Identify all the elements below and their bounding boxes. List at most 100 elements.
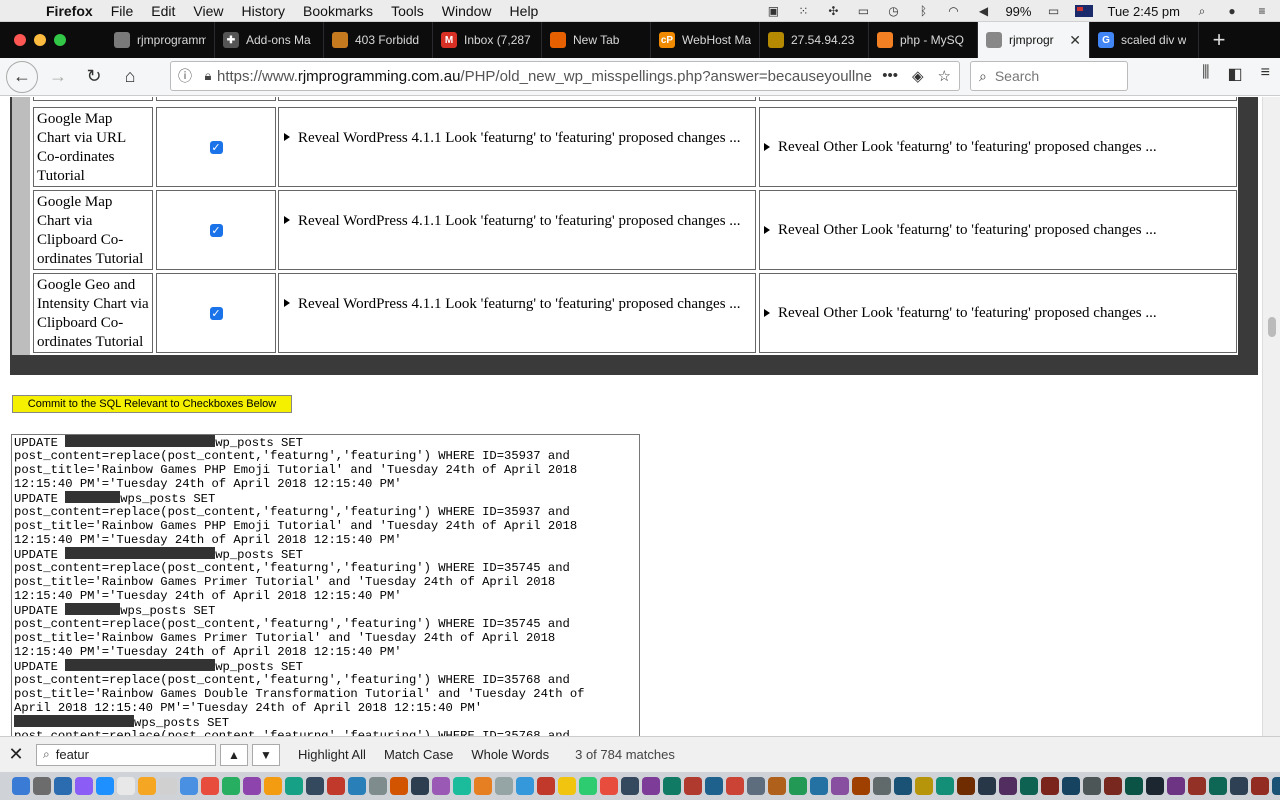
disclosure-triangle-icon[interactable] (284, 133, 290, 141)
dock-app-icon[interactable] (12, 777, 30, 795)
dock-app-icon[interactable] (1146, 777, 1164, 795)
dock-app-icon[interactable] (642, 777, 660, 795)
dock-app-icon[interactable] (810, 777, 828, 795)
dock-app-icon[interactable] (180, 777, 198, 795)
disclosure-triangle-icon[interactable] (764, 142, 770, 151)
battery-icon[interactable]: ▭ (1045, 4, 1061, 18)
highlight-all-toggle[interactable]: Highlight All (298, 747, 366, 762)
dock-app-icon[interactable] (1020, 777, 1038, 795)
browser-tab[interactable]: Gscaled div w (1090, 22, 1199, 58)
dock-app-icon[interactable] (495, 777, 513, 795)
scrollbar-thumb[interactable] (1268, 317, 1276, 337)
dock-app-icon[interactable] (285, 777, 303, 795)
disclosure-triangle-icon[interactable] (284, 299, 290, 307)
puzzle-icon[interactable]: ✣ (825, 4, 841, 18)
other-reveal-cell[interactable]: Reveal Other Look 'featurng' to 'featuri… (759, 273, 1237, 353)
notification-center-icon[interactable]: ≡ (1254, 4, 1270, 18)
browser-tab[interactable]: ✚ Add-ons Ma (215, 22, 324, 58)
dock-app-icon[interactable] (852, 777, 870, 795)
search-box[interactable]: ⌕ Search (970, 61, 1128, 91)
dock-app-icon[interactable] (264, 777, 282, 795)
dock-app-icon[interactable] (1062, 777, 1080, 795)
dock-app-icon[interactable] (390, 777, 408, 795)
commit-sql-button[interactable]: Commit to the SQL Relevant to Checkboxes… (12, 395, 292, 413)
siri-icon[interactable]: ● (1224, 4, 1240, 18)
dock-app-icon[interactable] (1230, 777, 1248, 795)
dock-app-icon[interactable] (789, 777, 807, 795)
dock-app-icon[interactable] (558, 777, 576, 795)
dock-app-icon[interactable] (600, 777, 618, 795)
dock-app-icon[interactable] (1125, 777, 1143, 795)
dock-app-icon[interactable] (474, 777, 492, 795)
dock-app-icon[interactable] (726, 777, 744, 795)
wp-reveal-cell[interactable]: Reveal WordPress 4.1.1 Look 'featurng' t… (278, 107, 756, 187)
row-checkbox[interactable]: ✓ (209, 306, 223, 320)
dock-app-icon[interactable] (1209, 777, 1227, 795)
wp-reveal-summary[interactable]: Reveal WordPress 4.1.1 Look 'featurng' t… (298, 213, 741, 229)
dock-app-icon[interactable] (621, 777, 639, 795)
other-reveal-cell[interactable]: Reveal Other Look 'featurng' to 'featuri… (759, 107, 1237, 187)
dock-app-icon[interactable] (327, 777, 345, 795)
browser-tab[interactable]: rjmprogramm (106, 22, 215, 58)
site-info-icon[interactable]: ⓘ (171, 66, 199, 86)
dock-app-icon[interactable] (1104, 777, 1122, 795)
disclosure-triangle-icon[interactable] (284, 216, 290, 224)
other-reveal-summary[interactable]: Reveal Other Look 'featurng' to 'featuri… (778, 222, 1157, 239)
zoom-window-button[interactable] (54, 34, 66, 46)
dock-app-icon[interactable] (1041, 777, 1059, 795)
menu-help[interactable]: Help (510, 3, 539, 19)
battery-percent[interactable]: 99% (1005, 4, 1031, 19)
disclosure-triangle-icon[interactable] (764, 225, 770, 234)
match-case-toggle[interactable]: Match Case (384, 747, 453, 762)
dock-app-icon[interactable] (222, 777, 240, 795)
wp-reveal-summary[interactable]: Reveal WordPress 4.1.1 Look 'featurng' t… (298, 296, 741, 312)
menu-tools[interactable]: Tools (391, 3, 424, 19)
dock-app-icon[interactable] (768, 777, 786, 795)
other-reveal-cell[interactable]: Reveal Other Look 'featurng' to 'featuri… (759, 190, 1237, 270)
time-machine-icon[interactable]: ◷ (885, 4, 901, 18)
browser-tab[interactable]: New Tab (542, 22, 651, 58)
browser-tab[interactable]: cP WebHost Ma (651, 22, 760, 58)
dock-app-icon[interactable] (96, 777, 114, 795)
url-text[interactable]: https://www.rjmprogramming.com.au/PHP/ol… (217, 68, 882, 85)
whole-words-toggle[interactable]: Whole Words (471, 747, 549, 762)
find-previous-button[interactable]: ▲ (220, 743, 248, 766)
dock-app-icon[interactable] (684, 777, 702, 795)
browser-tab[interactable]: php - MySQ (869, 22, 978, 58)
dock-app-icon[interactable] (915, 777, 933, 795)
dock-app-icon[interactable] (957, 777, 975, 795)
dock-app-icon[interactable] (999, 777, 1017, 795)
page-actions-icon[interactable]: ••• (882, 67, 898, 85)
reload-button[interactable]: ↻ (78, 61, 110, 93)
row-checkbox[interactable]: ✓ (209, 223, 223, 237)
minimize-window-button[interactable] (34, 34, 46, 46)
browser-tab[interactable]: 403 Forbidd (324, 22, 433, 58)
dock-app-icon[interactable] (159, 777, 177, 795)
dock-app-icon[interactable] (306, 777, 324, 795)
close-window-button[interactable] (14, 34, 26, 46)
spotlight-search-icon[interactable]: ⌕ (1194, 4, 1210, 18)
menu-bookmarks[interactable]: Bookmarks (303, 3, 373, 19)
other-reveal-summary[interactable]: Reveal Other Look 'featurng' to 'featuri… (778, 305, 1157, 322)
menu-history[interactable]: History (241, 3, 285, 19)
dock-app-icon[interactable] (894, 777, 912, 795)
dots-grid-icon[interactable]: ⁙ (795, 4, 811, 18)
page-scrollbar[interactable] (1262, 97, 1280, 736)
dock-app-icon[interactable] (117, 777, 135, 795)
wp-reveal-cell[interactable]: Reveal WordPress 4.1.1 Look 'featurng' t… (278, 273, 756, 353)
close-tab-icon[interactable]: ✕ (1069, 32, 1081, 49)
dock-app-icon[interactable] (348, 777, 366, 795)
dock-app-icon[interactable] (579, 777, 597, 795)
dock-app-icon[interactable] (1251, 777, 1269, 795)
find-input[interactable]: ⌕ featur (36, 743, 216, 766)
status-app-icon[interactable]: ▣ (765, 4, 781, 18)
forward-button[interactable]: → (42, 61, 74, 93)
other-reveal-summary[interactable]: Reveal Other Look 'featurng' to 'featuri… (778, 139, 1157, 156)
lock-icon[interactable]: 🔒︎ (199, 68, 217, 84)
menu-window[interactable]: Window (442, 3, 492, 19)
dock-app-icon[interactable] (369, 777, 387, 795)
dock-app-icon[interactable] (1188, 777, 1206, 795)
dock-app-icon[interactable] (1083, 777, 1101, 795)
dock-app-icon[interactable] (663, 777, 681, 795)
dock-app-icon[interactable] (537, 777, 555, 795)
